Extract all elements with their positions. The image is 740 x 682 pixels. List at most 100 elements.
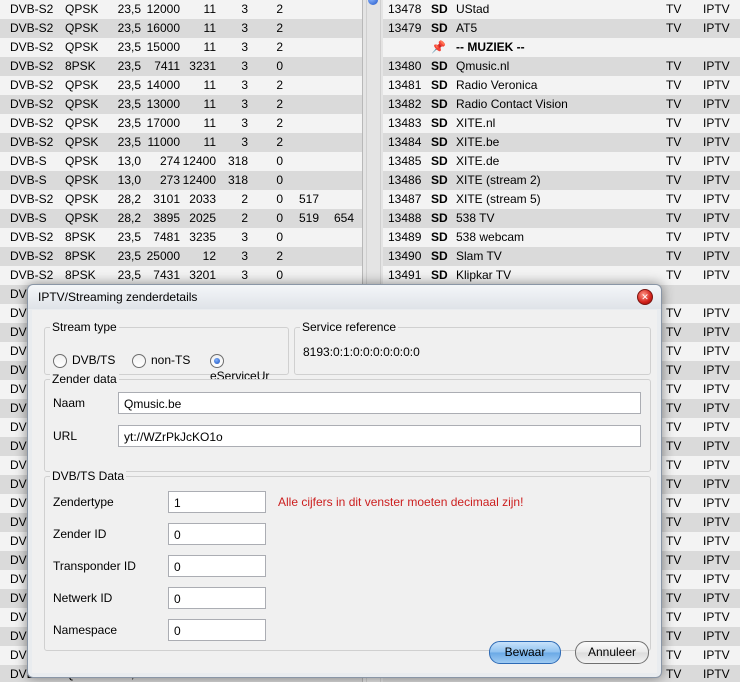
channel-row[interactable]: 13478 SD UStad TV IPTV [383,0,740,19]
channel-name: XITE.de [456,154,500,168]
channel-name: XITE (stream 2) [456,173,541,187]
channel-row[interactable]: 13482 SD Radio Contact Vision TV IPTV [383,95,740,114]
pin-icon: 📌 [431,40,446,54]
channel-row[interactable]: 13485 SD XITE.de TV IPTV [383,152,740,171]
namespace-input[interactable]: 0 [168,619,266,641]
dialog-title: IPTV/Streaming zenderdetails [38,290,198,304]
radio-non-ts-indicator[interactable] [132,353,146,368]
dialog-titlebar[interactable]: IPTV/Streaming zenderdetails ✕ [28,285,661,309]
transponder-row[interactable]: DVB-S2 8PSK 23,5 25000 12 3 2 [0,247,362,266]
channel-quality: SD [431,21,448,35]
transponder-cell: 0 [276,173,283,187]
close-icon[interactable]: ✕ [637,289,653,305]
channel-number: 13487 [388,192,422,206]
transponder-id-input[interactable]: 0 [168,555,266,577]
channel-row[interactable]: 13491 SD Klipkar TV TV IPTV [383,266,740,285]
channel-name: Radio Contact Vision [456,97,568,111]
transponder-cell: QPSK [65,135,99,149]
channel-quality: SD [431,230,448,244]
channel-number: 13484 [388,135,422,149]
channel-row[interactable]: 13484 SD XITE.be TV IPTV [383,133,740,152]
transponder-row[interactable]: DVB-S QPSK 28,2 3895 2025 2 0 519 654 [0,209,362,228]
transponder-cell: 12400 [182,173,216,187]
transponder-cell: 2 [276,249,283,263]
transponder-row[interactable]: DVB-S2 QPSK 23,5 12000 11 3 2 [0,0,362,19]
transponder-row[interactable]: DVB-S2 8PSK 23,5 7411 3231 3 0 [0,57,362,76]
dvb-ts-data-legend: DVB/TS Data [50,469,127,483]
dialog-body: Stream type DVB/TS non-TS eServiceUr Ser… [32,310,657,673]
transponder-cell: QPSK [65,40,99,54]
channel-source: IPTV [703,154,730,168]
channel-row[interactable]: 13487 SD XITE (stream 5) TV IPTV [383,190,740,209]
channel-name: XITE.nl [456,116,496,130]
transponder-row[interactable]: DVB-S QPSK 13,0 273 12400 318 0 [0,171,362,190]
transponder-cell: 0 [276,268,283,282]
cancel-button[interactable]: Annuleer [575,641,649,664]
transponder-cell: 11 [203,116,216,130]
transponder-cell: DVB-S2 [10,2,54,16]
transponder-row[interactable]: DVB-S2 QPSK 23,5 14000 11 3 2 [0,76,362,95]
channel-row[interactable]: 13489 SD 538 webcam TV IPTV [383,228,740,247]
transponder-cell: 8PSK [65,230,96,244]
channel-row[interactable]: 13481 SD Radio Veronica TV IPTV [383,76,740,95]
transponder-cell: 8PSK [65,59,96,73]
radio-dvb-ts[interactable]: DVB/TS [53,352,115,368]
channel-type: TV [666,515,682,529]
transponder-cell: 23,5 [117,21,141,35]
transponder-cell: 23,5 [117,97,141,111]
radio-eserviceuri[interactable]: eServiceUr [210,352,288,383]
zendertype-input[interactable]: 1 [168,491,266,513]
transponder-cell: 23,5 [117,59,141,73]
transponder-row[interactable]: DVB-S2 QPSK 23,5 15000 11 3 2 [0,38,362,57]
transponder-cell: 3 [241,97,248,111]
save-button[interactable]: Bewaar [489,641,561,664]
radio-non-ts[interactable]: non-TS [132,352,190,368]
transponder-cell: 16000 [146,21,180,35]
channel-source: IPTV [703,325,730,339]
channel-row[interactable]: 13486 SD XITE (stream 2) TV IPTV [383,171,740,190]
radio-eserviceuri-indicator[interactable] [210,353,224,368]
transponder-row[interactable]: DVB-S2 QPSK 23,5 13000 11 3 2 [0,95,362,114]
transponder-row[interactable]: DVB-S2 QPSK 23,5 17000 11 3 2 [0,114,362,133]
channel-source: IPTV [703,648,730,662]
channel-type: TV [666,534,682,548]
transponder-row[interactable]: DVB-S2 QPSK 23,5 16000 11 3 2 [0,19,362,38]
channel-row[interactable]: 13480 SD Qmusic.nl TV IPTV [383,57,740,76]
transponder-cell: DVB-S [10,154,47,168]
transponder-row[interactable]: DVB-S2 8PSK 23,5 7481 3235 3 0 [0,228,362,247]
transponder-cell: 0 [276,154,283,168]
zender-id-input[interactable]: 0 [168,523,266,545]
channel-number: 13490 [388,249,422,263]
transponder-row[interactable]: DVB-S2 QPSK 23,5 11000 11 3 2 [0,133,362,152]
url-input[interactable]: yt://WZrPkJcKO1o [118,425,641,447]
transponder-cell: 13,0 [117,154,141,168]
naam-input[interactable]: Qmusic.be [118,392,641,414]
channel-row[interactable]: 13479 SD AT5 TV IPTV [383,19,740,38]
zender-data-legend: Zender data [50,372,119,386]
channel-number: 13480 [388,59,422,73]
transponder-row[interactable]: DVB-S2 QPSK 28,2 3101 2033 2 0 517 [0,190,362,209]
channel-source: IPTV [703,135,730,149]
transponder-cell: 273 [159,173,180,187]
channel-quality: SD [431,249,448,263]
transponder-cell: 7411 [154,59,180,73]
transponder-row[interactable]: DVB-S QPSK 13,0 274 12400 318 0 [0,152,362,171]
channel-name: AT5 [456,21,478,35]
channel-source: IPTV [703,192,730,206]
channel-row[interactable]: 13490 SD Slam TV TV IPTV [383,247,740,266]
channel-row[interactable]: 13488 SD 538 TV TV IPTV [383,209,740,228]
channel-name: Klipkar TV [456,268,512,282]
transponder-cell: 13,0 [117,173,141,187]
channel-row[interactable]: 📌 -- MUZIEK -- [383,38,740,57]
transponder-cell: QPSK [65,21,99,35]
marker-label: -- MUZIEK -- [456,40,525,54]
transponder-cell: DVB-S2 [10,21,54,35]
transponder-row[interactable]: DVB-S2 8PSK 23,5 7431 3201 3 0 [0,266,362,285]
transponder-cell: 3 [241,59,248,73]
channel-number: 13478 [388,2,422,16]
radio-dvb-ts-indicator[interactable] [53,353,67,368]
channel-row[interactable]: 13483 SD XITE.nl TV IPTV [383,114,740,133]
channel-source: IPTV [703,97,730,111]
netwerk-id-input[interactable]: 0 [168,587,266,609]
channel-quality: SD [431,268,448,282]
